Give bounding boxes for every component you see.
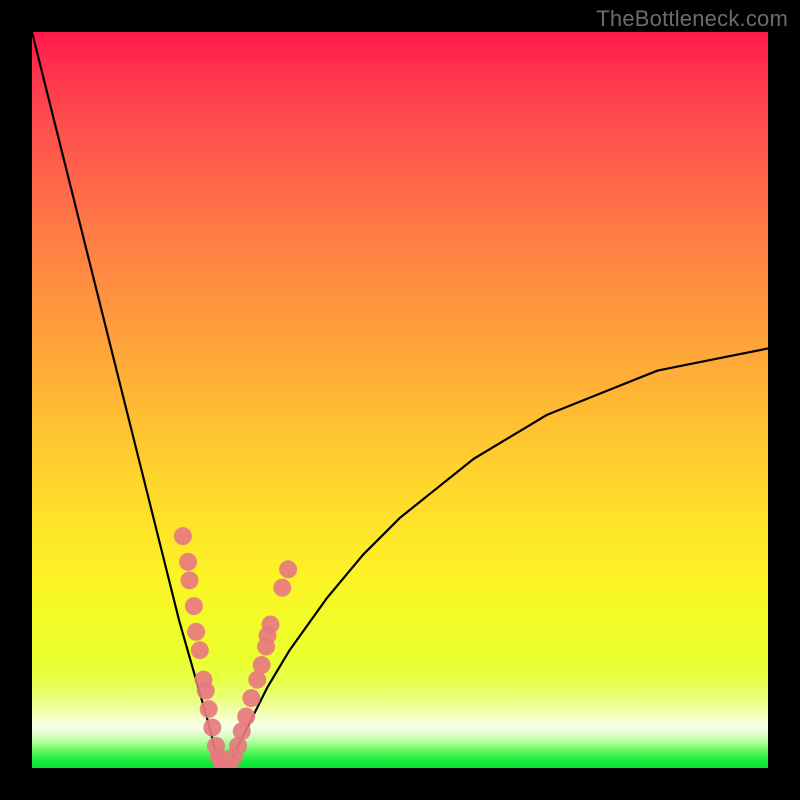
scatter-point — [179, 553, 197, 571]
chart-frame: TheBottleneck.com — [0, 0, 800, 800]
plot-area — [32, 32, 768, 768]
scatter-point — [181, 571, 199, 589]
scatter-point — [185, 597, 203, 615]
scatter-point — [191, 641, 209, 659]
chart-svg — [32, 32, 768, 768]
watermark-text: TheBottleneck.com — [596, 6, 788, 32]
scatter-point — [242, 689, 260, 707]
scatter-point — [279, 560, 297, 578]
scatter-point — [187, 623, 205, 641]
scatter-point — [253, 656, 271, 674]
bottleneck-curve — [32, 32, 768, 768]
scatter-point — [197, 682, 215, 700]
scatter-point — [237, 707, 255, 725]
scatter-point — [174, 527, 192, 545]
scatter-point — [273, 579, 291, 597]
scatter-point — [200, 700, 218, 718]
curve-layer — [32, 32, 768, 768]
scatter-point — [261, 615, 279, 633]
scatter-point — [203, 719, 221, 737]
scatter-layer — [174, 527, 297, 768]
